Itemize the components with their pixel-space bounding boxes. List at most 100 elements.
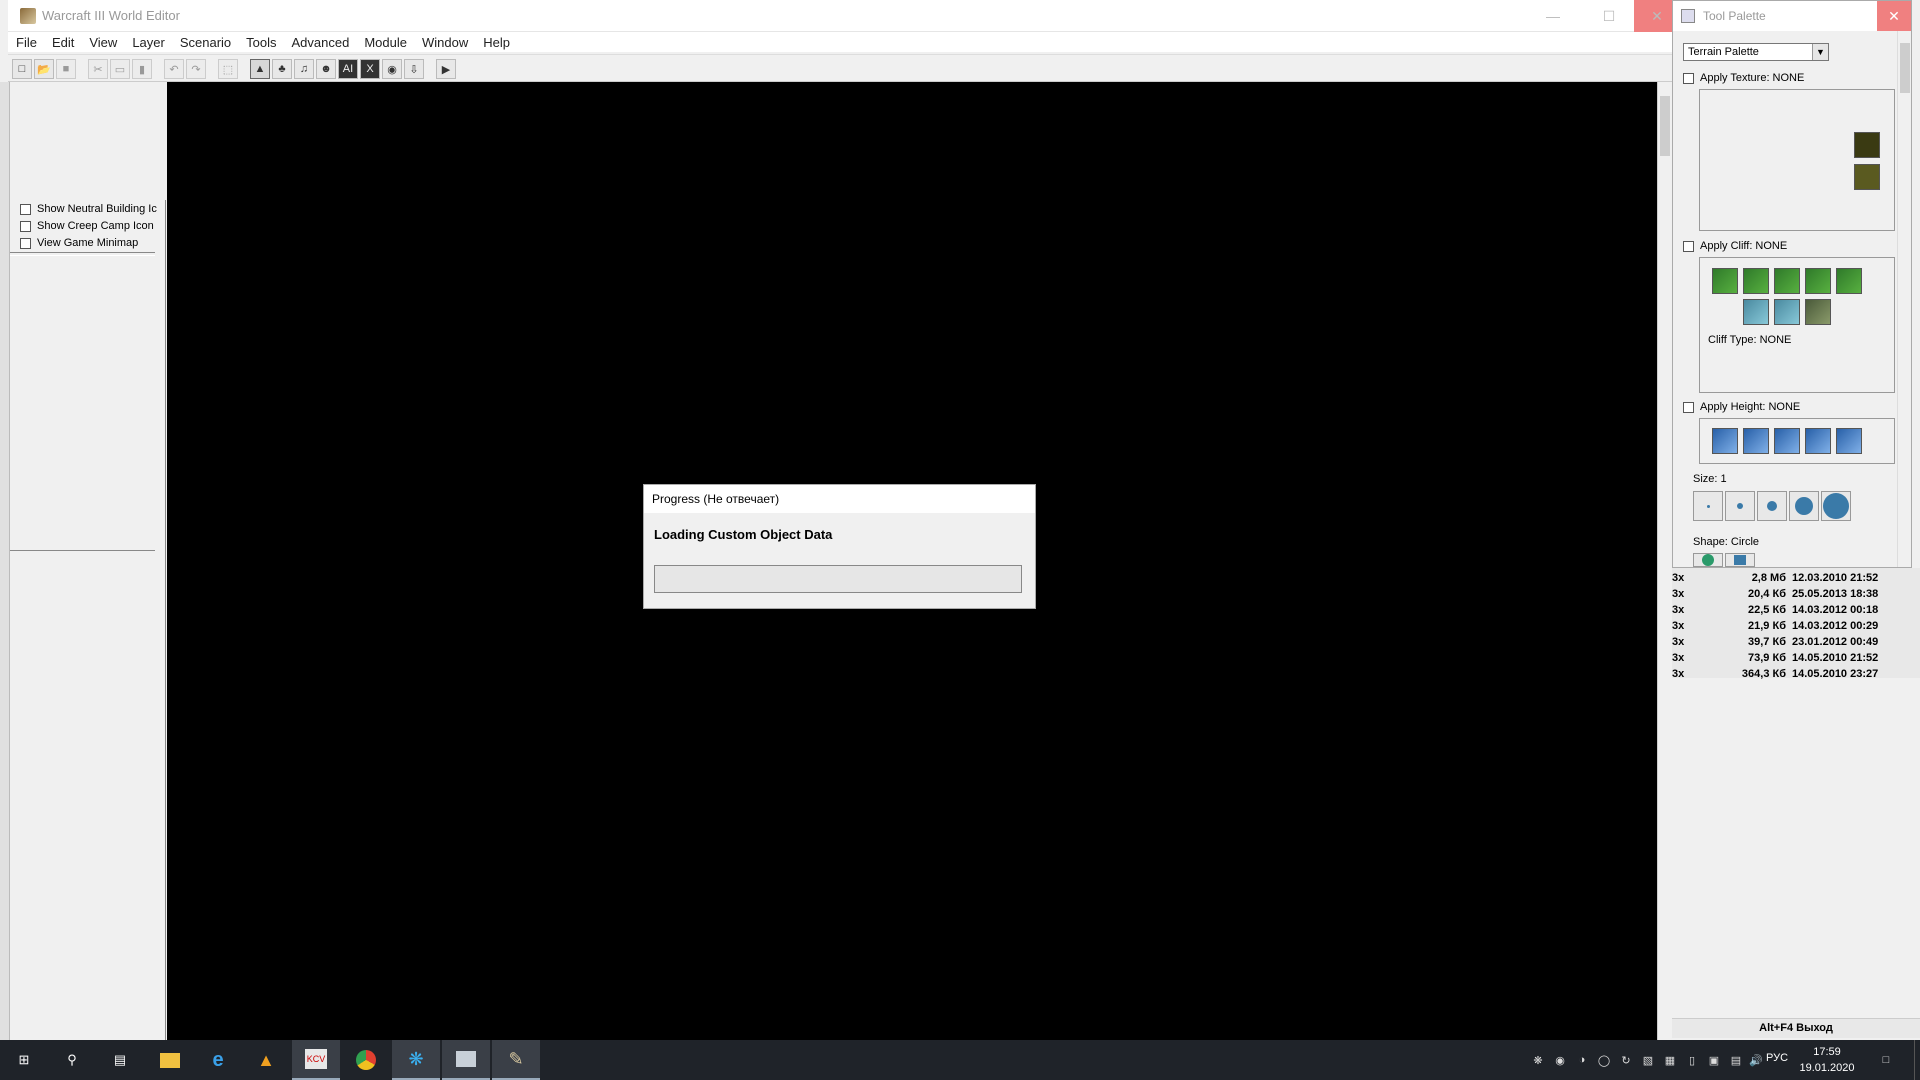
height-raise-icon[interactable] <box>1712 428 1738 454</box>
cliff-raise-icon[interactable] <box>1805 268 1831 294</box>
chrome-icon[interactable] <box>342 1040 390 1080</box>
save-icon[interactable]: ■ <box>56 59 76 79</box>
aimp-icon[interactable]: ▲ <box>242 1040 290 1080</box>
menu-help[interactable]: Help <box>483 35 510 50</box>
sound-editor-icon[interactable]: ♫ <box>294 59 314 79</box>
app-window-icon[interactable] <box>442 1040 490 1080</box>
menu-file[interactable]: File <box>16 35 37 50</box>
texture-tile[interactable] <box>1854 164 1880 190</box>
doodad-editor-icon[interactable]: ♣ <box>272 59 292 79</box>
option-view-game-minimap[interactable]: View Game Minimap <box>20 237 160 249</box>
checkbox[interactable] <box>1683 401 1694 413</box>
file-row[interactable]: 3x 364,3 Кб 14.05.2010 23:27 <box>1672 668 1920 684</box>
task-view-icon[interactable]: ▤ <box>96 1040 144 1080</box>
option-show-neutral-building[interactable]: Show Neutral Building Ic <box>20 203 160 215</box>
select-icon[interactable]: ⬚ <box>218 59 238 79</box>
network-icon[interactable]: ▤ <box>1728 1052 1744 1068</box>
minimize-button[interactable]: — <box>1530 0 1576 32</box>
shape-square-icon[interactable] <box>1725 553 1755 567</box>
scroll-thumb[interactable] <box>1900 43 1910 93</box>
cliff-lower-icon[interactable] <box>1712 268 1738 294</box>
test-map-icon[interactable]: ▶ <box>436 59 456 79</box>
terrain-editor-icon[interactable]: ▲ <box>250 59 270 79</box>
file-row[interactable]: 3x 20,4 Кб 25.05.2013 18:38 <box>1672 588 1920 604</box>
deep-water-icon[interactable] <box>1774 299 1800 325</box>
tray-discord-icon[interactable]: ◉ <box>1552 1052 1568 1068</box>
menu-layer[interactable]: Layer <box>132 35 165 50</box>
checkbox[interactable] <box>20 220 31 232</box>
open-file-icon[interactable]: 📂 <box>34 59 54 79</box>
height-lower-icon[interactable] <box>1743 428 1769 454</box>
menu-view[interactable]: View <box>89 35 117 50</box>
file-explorer-icon[interactable] <box>146 1040 194 1080</box>
copy-icon[interactable]: ▭ <box>110 59 130 79</box>
apply-cliff-option[interactable]: Apply Cliff: NONE <box>1683 240 1787 252</box>
menu-edit[interactable]: Edit <box>52 35 74 50</box>
trigger-editor-icon[interactable]: X <box>360 59 380 79</box>
apply-height-option[interactable]: Apply Height: NONE <box>1683 401 1800 413</box>
tray-device-icon[interactable]: ▣ <box>1706 1052 1722 1068</box>
start-windows-icon[interactable]: ⊞ <box>0 1040 48 1080</box>
file-row[interactable]: 3x 21,9 Кб 14.03.2012 00:29 <box>1672 620 1920 636</box>
notifications-icon[interactable]: □ <box>1878 1052 1894 1068</box>
object-editor-icon[interactable]: ◉ <box>382 59 402 79</box>
maximize-button[interactable]: ☐ <box>1586 0 1632 32</box>
menu-module[interactable]: Module <box>364 35 407 50</box>
shallow-water-icon[interactable] <box>1743 299 1769 325</box>
cut-icon[interactable]: ✂ <box>88 59 108 79</box>
brush-size-3-icon[interactable] <box>1757 491 1787 521</box>
menu-advanced[interactable]: Advanced <box>292 35 350 50</box>
chevron-down-icon[interactable]: ▼ <box>1812 44 1828 60</box>
cliff-level-icon[interactable] <box>1774 268 1800 294</box>
tray-battery-icon[interactable]: ▯ <box>1684 1052 1700 1068</box>
import-icon[interactable]: ⇩ <box>404 59 424 79</box>
cliff-lower-2-icon[interactable] <box>1743 268 1769 294</box>
brush-size-4-icon[interactable] <box>1789 491 1819 521</box>
world-editor-taskbar-icon[interactable]: ✎ <box>492 1040 540 1080</box>
tray-nvidia-icon[interactable]: ▧ <box>1640 1052 1656 1068</box>
cliff-raise-2-icon[interactable] <box>1836 268 1862 294</box>
brush-size-5-icon[interactable] <box>1821 491 1851 521</box>
redo-icon[interactable]: ↷ <box>186 59 206 79</box>
height-plateau-icon[interactable] <box>1774 428 1800 454</box>
show-desktop-button[interactable] <box>1914 1040 1920 1080</box>
clock[interactable]: 17:59 19.01.2020 <box>1794 1044 1860 1076</box>
brush-size-2-icon[interactable] <box>1725 491 1755 521</box>
search-icon[interactable]: ⚲ <box>48 1040 96 1080</box>
battle-net-icon[interactable]: ❋ <box>392 1040 440 1080</box>
tray-steam-icon[interactable]: ◑ <box>1574 1052 1590 1068</box>
paste-icon[interactable]: ▮ <box>132 59 152 79</box>
undo-icon[interactable]: ↶ <box>164 59 184 79</box>
input-language[interactable]: РУС <box>1766 1052 1788 1064</box>
palette-dropdown[interactable]: Terrain Palette ▼ <box>1683 43 1829 61</box>
ai-editor-icon[interactable]: AI <box>338 59 358 79</box>
minimap[interactable] <box>10 82 166 200</box>
volume-icon[interactable]: 🔊 <box>1748 1052 1764 1068</box>
option-show-creep-camp[interactable]: Show Creep Camp Icon <box>20 220 160 232</box>
checkbox[interactable] <box>20 237 31 249</box>
file-row[interactable]: 3x 22,5 Кб 14.03.2012 00:18 <box>1672 604 1920 620</box>
kcv-app-icon[interactable]: KCV <box>292 1040 340 1080</box>
palette-scrollbar[interactable] <box>1897 31 1911 567</box>
brush-size-1-icon[interactable] <box>1693 491 1723 521</box>
file-row[interactable]: 3x 2,8 Мб 12.03.2010 21:52 <box>1672 572 1920 588</box>
tray-battle-net-icon[interactable]: ❋ <box>1530 1052 1546 1068</box>
close-icon[interactable]: ✕ <box>1877 1 1911 31</box>
menu-window[interactable]: Window <box>422 35 468 50</box>
ramp-icon[interactable] <box>1805 299 1831 325</box>
checkbox[interactable] <box>1683 240 1694 252</box>
apply-texture-option[interactable]: Apply Texture: NONE <box>1683 72 1804 84</box>
scroll-thumb[interactable] <box>1660 96 1670 156</box>
checkbox[interactable] <box>20 203 31 215</box>
menu-tools[interactable]: Tools <box>246 35 276 50</box>
file-row[interactable]: 3x 39,7 Кб 23.01.2012 00:49 <box>1672 636 1920 652</box>
checkbox[interactable] <box>1683 72 1694 84</box>
file-row[interactable]: 3x 73,9 Кб 14.05.2010 21:52 <box>1672 652 1920 668</box>
texture-tile[interactable] <box>1854 132 1880 158</box>
shape-circle-icon[interactable] <box>1693 553 1723 567</box>
internet-explorer-icon[interactable]: e <box>194 1040 242 1080</box>
height-noise-icon[interactable] <box>1805 428 1831 454</box>
unit-editor-icon[interactable]: ☻ <box>316 59 336 79</box>
viewport-scrollbar[interactable] <box>1657 82 1672 1040</box>
tray-app2-icon[interactable]: ▦ <box>1662 1052 1678 1068</box>
